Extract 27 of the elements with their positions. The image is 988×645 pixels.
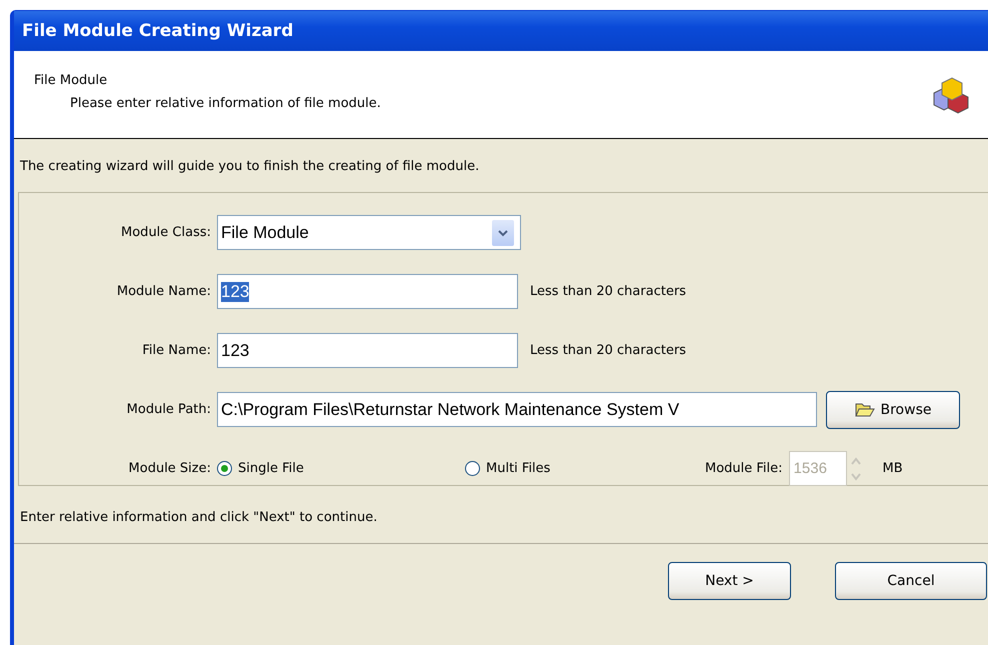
field-label: Module File: <box>705 461 783 476</box>
chevron-down-icon <box>492 220 514 246</box>
path-field[interactable]: C:\Program Files\Returnstar Network Maintenance System V <box>217 392 817 427</box>
browse-button[interactable]: Browse <box>826 390 960 428</box>
field-label: Module Name: <box>116 284 212 299</box>
unit-label: MB <box>882 461 903 476</box>
text-field[interactable]: 123 <box>217 274 518 309</box>
window-title: File Module Creating Wizard <box>22 21 294 41</box>
hint-text: Less than 20 characters <box>530 284 686 299</box>
header-title: File Module <box>34 72 108 88</box>
field-label: Module Size: <box>128 461 212 476</box>
folder-icon <box>854 402 874 418</box>
hint-text: Less than 20 characters <box>530 343 686 358</box>
selected-text: 123 <box>221 282 250 302</box>
field-value: 123 <box>221 340 250 360</box>
field-label: File Name: <box>141 343 212 358</box>
radio-option[interactable]: Single File <box>217 461 465 476</box>
header-subtitle: Please enter relative information of file module. <box>70 96 381 110</box>
radio-option[interactable]: Multi Files <box>465 461 705 476</box>
next-button[interactable]: Next > <box>668 562 791 600</box>
class-dropdown[interactable]: File Module <box>217 215 521 250</box>
field-label: Module Path: <box>126 402 212 417</box>
intro-text: The creating wizard will guide you to finish the creating of file module. <box>20 159 480 174</box>
instruction-text: Enter relative information and click "Next" to continue. <box>20 510 378 525</box>
text-field[interactable]: 123 <box>217 333 518 368</box>
cancel-button[interactable]: Cancel <box>835 562 987 600</box>
field-label: Module Class: <box>120 225 212 240</box>
